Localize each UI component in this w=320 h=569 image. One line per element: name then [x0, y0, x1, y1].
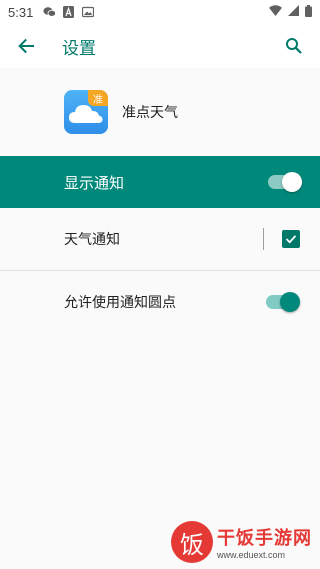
status-bar: 5:31 — [0, 0, 320, 24]
app-name: 准点天气 — [122, 105, 178, 121]
app-logo: 准 — [64, 90, 108, 134]
arrow-back-icon[interactable] — [12, 32, 40, 60]
weather-notification-checkbox[interactable] — [282, 230, 300, 248]
signal-icon — [288, 5, 299, 19]
status-time: 5:31 — [8, 4, 34, 20]
switch-thumb — [282, 172, 302, 192]
notification-dot-label: 允许使用通知圆点 — [64, 295, 176, 311]
switch-thumb — [280, 292, 300, 312]
show-notifications-switch[interactable] — [268, 172, 302, 192]
app-header: 准 准点天气 — [0, 68, 320, 156]
page-title: 设置 — [62, 38, 96, 59]
vertical-divider — [263, 228, 264, 250]
weather-notification-row[interactable]: 天气通知 — [0, 208, 320, 270]
weather-notification-label: 天气通知 — [64, 232, 120, 248]
wifi-icon — [269, 5, 282, 19]
check-icon — [285, 235, 297, 244]
watermark-url: www.eduext.com — [217, 550, 286, 560]
wechat-icon — [43, 6, 57, 19]
search-icon[interactable] — [280, 32, 308, 60]
watermark-logo: 饭 — [171, 521, 213, 563]
notification-dot-switch[interactable] — [266, 292, 300, 312]
watermark-name: 干饭手游网 — [217, 528, 312, 549]
watermark: 饭 干饭手游网 www.eduext.com — [171, 521, 312, 563]
show-notifications-row[interactable]: 显示通知 — [0, 156, 320, 208]
app-logo-badge: 准 — [88, 90, 108, 106]
font-a-icon — [62, 6, 75, 19]
show-notifications-label: 显示通知 — [64, 173, 125, 192]
battery-icon — [305, 4, 312, 20]
notification-dot-row[interactable]: 允许使用通知圆点 — [0, 271, 320, 333]
gallery-icon — [81, 6, 94, 19]
app-bar: 设置 — [0, 24, 320, 68]
